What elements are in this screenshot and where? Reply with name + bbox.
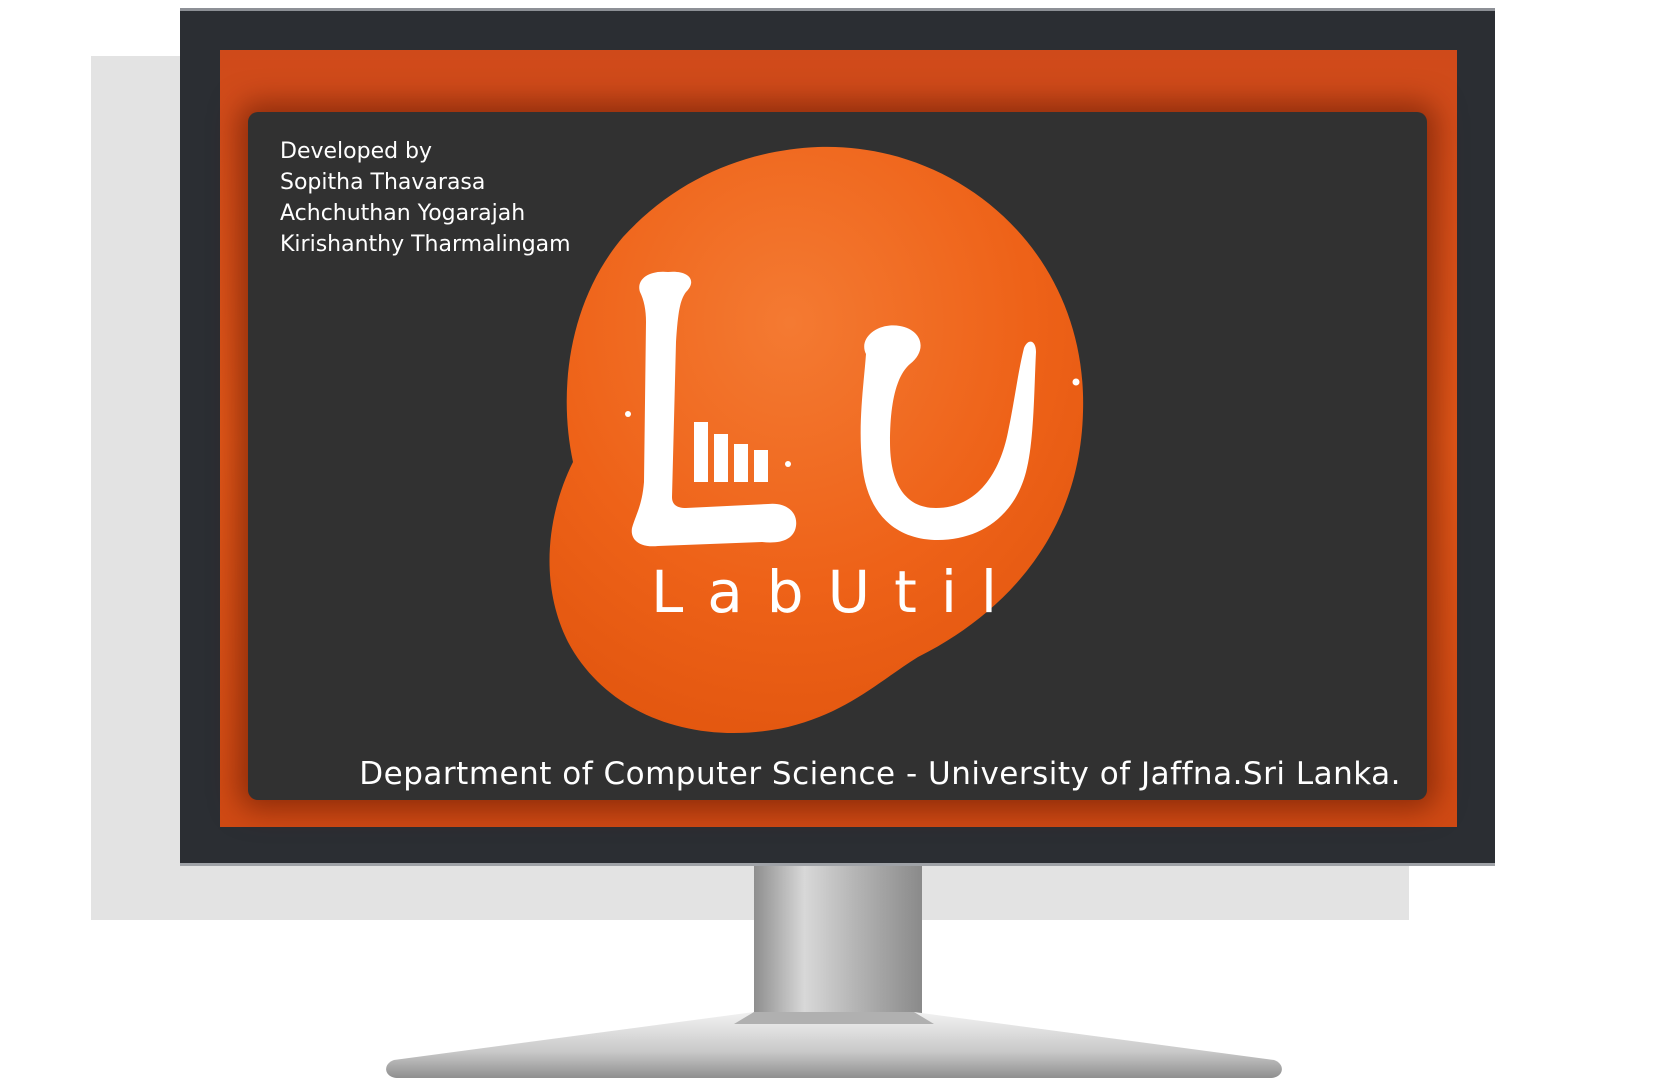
developer-credits: Developed by Sopitha Thavarasa Achchutha…	[280, 136, 571, 260]
logo-wordmark: LabUtil	[651, 558, 1021, 626]
monitor-stand-neck	[754, 866, 922, 1026]
developer-name: Kirishanthy Tharmalingam	[280, 232, 571, 257]
developer-name: Sopitha Thavarasa	[280, 170, 486, 195]
splash-panel: Developed by Sopitha Thavarasa Achchutha…	[248, 112, 1427, 800]
logo-blob	[549, 146, 1084, 734]
monitor-bezel: Developed by Sopitha Thavarasa Achchutha…	[180, 8, 1495, 866]
sparkle-dot	[625, 411, 631, 417]
developer-name: Achchuthan Yogarajah	[280, 201, 526, 226]
organization-label: Department of Computer Science - Univers…	[359, 756, 1401, 792]
sparkle-dot	[1072, 378, 1080, 386]
sparkle-dot	[785, 461, 791, 467]
monitor-stand-base	[386, 1012, 1282, 1078]
splash-stage: Developed by Sopitha Thavarasa Achchutha…	[0, 0, 1666, 1082]
credits-heading: Developed by	[280, 139, 433, 164]
labutil-logo: LabUtil	[549, 146, 1084, 734]
splash-screen: Developed by Sopitha Thavarasa Achchutha…	[220, 50, 1457, 827]
